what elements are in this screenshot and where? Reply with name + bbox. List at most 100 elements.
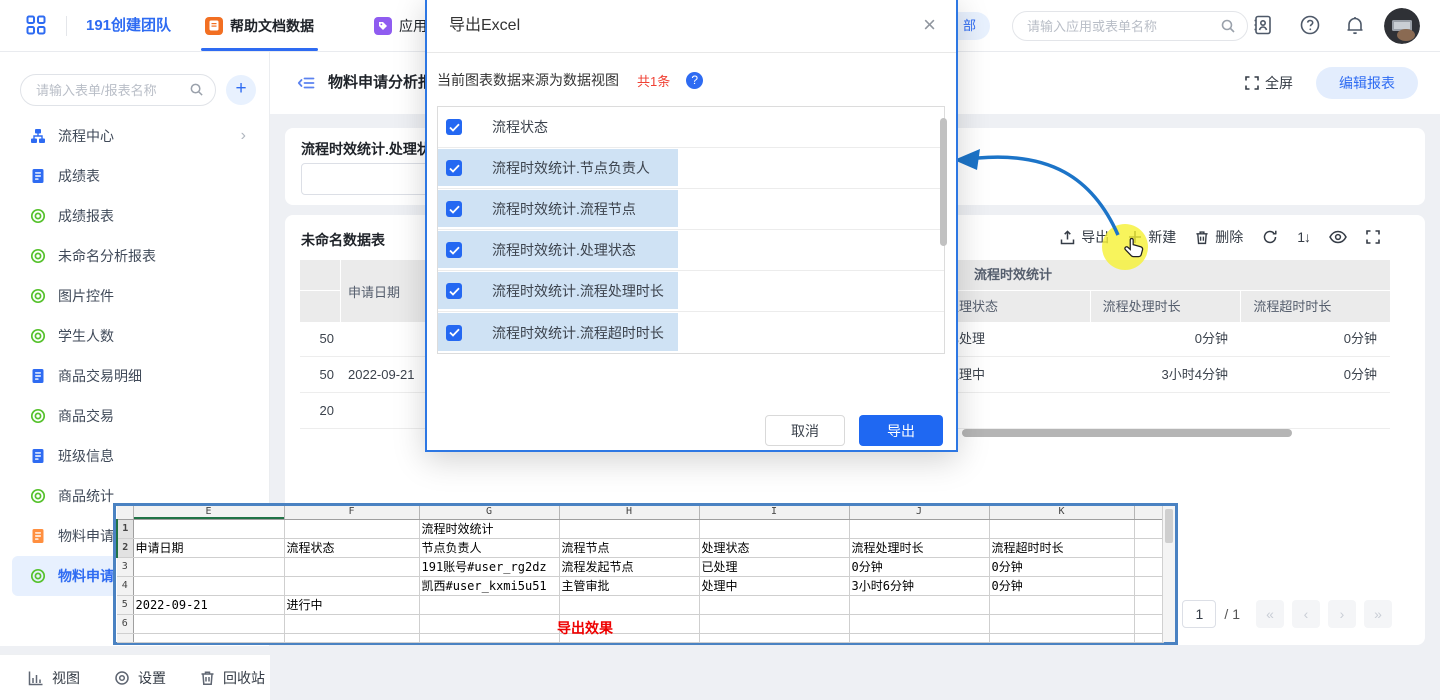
- sort-icon[interactable]: 1↓: [1297, 229, 1310, 245]
- create-button[interactable]: 新建: [1128, 227, 1176, 247]
- excel-row-number: 6: [117, 614, 133, 633]
- export-field-row[interactable]: 流程时效统计.处理状态: [438, 230, 944, 271]
- table-row[interactable]: [934, 394, 1390, 429]
- sidebar-item-3[interactable]: 成绩报表: [12, 196, 258, 236]
- sidebar-item-5[interactable]: 图片控件: [12, 276, 258, 316]
- trash-icon: [200, 670, 215, 686]
- sidebar-item-label: 图片控件: [58, 286, 114, 306]
- first-page-button[interactable]: «: [1256, 600, 1284, 628]
- last-page-button[interactable]: »: [1364, 600, 1392, 628]
- excel-cell: 流程处理时长: [849, 538, 989, 557]
- sidebar-item-4[interactable]: 未命名分析报表: [12, 236, 258, 276]
- close-icon[interactable]: ×: [923, 14, 936, 36]
- export-field-row[interactable]: 流程状态: [438, 107, 944, 148]
- export-button[interactable]: 导出: [1060, 227, 1109, 247]
- sidebar-item-label: 成绩表: [58, 166, 100, 186]
- checkbox-checked-icon[interactable]: [446, 325, 462, 341]
- visibility-icon[interactable]: [1329, 230, 1347, 244]
- user-avatar[interactable]: [1384, 8, 1420, 44]
- table-row[interactable]: 已处理0分钟0分钟: [934, 322, 1390, 357]
- settings-button[interactable]: 设置: [114, 668, 166, 688]
- refresh-icon[interactable]: [1262, 229, 1278, 245]
- checkbox-checked-icon[interactable]: [446, 119, 462, 135]
- excel-cell: [284, 633, 419, 642]
- export-field-row[interactable]: 流程时效统计.流程节点: [438, 189, 944, 230]
- divider: [66, 16, 67, 36]
- checkbox-checked-icon[interactable]: [446, 242, 462, 258]
- prev-page-button[interactable]: ‹: [1292, 600, 1320, 628]
- sidebar-item-9[interactable]: 班级信息: [12, 436, 258, 476]
- excel-cell: [699, 519, 849, 538]
- checkbox-checked-icon[interactable]: [446, 283, 462, 299]
- trash-icon: [1195, 230, 1209, 245]
- field-label: 流程时效统计.处理状态: [492, 240, 636, 260]
- excel-cell: 申请日期: [133, 538, 284, 557]
- export-field-row[interactable]: 流程时效统计.流程超时时长: [438, 312, 944, 353]
- delete-button[interactable]: 删除: [1195, 227, 1243, 247]
- modal-list-scrollbar[interactable]: [940, 118, 947, 246]
- page-total: / 1: [1224, 606, 1240, 622]
- excel-cell: [699, 614, 849, 633]
- export-field-row[interactable]: 流程时效统计.节点负责人: [438, 148, 944, 189]
- horizontal-scrollbar[interactable]: [962, 429, 1292, 437]
- field-checkbox-list: 流程状态流程时效统计.节点负责人流程时效统计.流程节点流程时效统计.处理状态流程…: [437, 106, 945, 354]
- global-search-input[interactable]: [1027, 13, 1212, 39]
- views-button[interactable]: 视图: [28, 668, 80, 688]
- checkbox-checked-icon[interactable]: [446, 160, 462, 176]
- modal-header: 导出Excel ×: [427, 0, 956, 53]
- tab-app[interactable]: 应用: [374, 0, 427, 51]
- excel-column-letter: F: [284, 506, 419, 519]
- tab-help-doc-data[interactable]: 帮助文档数据: [205, 0, 314, 51]
- help-circle-icon[interactable]: ?: [686, 72, 703, 89]
- collapse-sidebar-icon[interactable]: [296, 73, 316, 98]
- expand-icon[interactable]: [1366, 230, 1380, 244]
- search-icon[interactable]: [189, 82, 204, 102]
- sidebar-item-8[interactable]: 商品交易: [12, 396, 258, 436]
- sidebar-item-2[interactable]: 成绩表: [12, 156, 258, 196]
- report-icon: [30, 288, 46, 304]
- excel-scrollbar-thumb[interactable]: [1165, 509, 1173, 543]
- table-row[interactable]: 处理中3小时4分钟0分钟: [934, 358, 1390, 393]
- field-label: 流程时效统计.流程节点: [492, 199, 636, 219]
- sidebar-item-6[interactable]: 学生人数: [12, 316, 258, 356]
- export-result-annotation: 导出效果: [485, 618, 685, 638]
- fullscreen-button[interactable]: 全屏: [1245, 52, 1293, 114]
- recycle-bin-button[interactable]: 回收站: [200, 668, 265, 688]
- notification-bell-icon[interactable]: [1344, 14, 1366, 41]
- form-search-input[interactable]: [36, 77, 186, 103]
- app-launcher-icon[interactable]: [26, 15, 46, 40]
- team-name[interactable]: 191创建团队: [86, 0, 171, 51]
- excel-cell: [133, 614, 284, 633]
- help-icon[interactable]: [1299, 14, 1321, 41]
- export-confirm-button[interactable]: 导出: [859, 415, 943, 446]
- excel-cell: [699, 595, 849, 614]
- gear-icon: [114, 670, 130, 686]
- export-field-row[interactable]: 流程时效统计.流程处理时长: [438, 271, 944, 312]
- sidebar-footer: 视图 设置 回收站: [0, 654, 270, 700]
- add-form-button[interactable]: +: [226, 75, 256, 105]
- data-source-row: 当前图表数据来源为数据视图 共1条 ?: [437, 70, 703, 90]
- excel-cell: [989, 633, 1134, 642]
- sidebar-item-1[interactable]: 流程中心›: [12, 116, 258, 156]
- sidebar-item-7[interactable]: 商品交易明细: [12, 356, 258, 396]
- duration-cell: 0分钟: [1090, 322, 1240, 356]
- cancel-button[interactable]: 取消: [765, 415, 845, 446]
- contacts-icon[interactable]: [1252, 14, 1274, 41]
- excel-cell: [133, 633, 284, 642]
- page-input[interactable]: 1: [1182, 600, 1216, 628]
- excel-cell: [849, 519, 989, 538]
- search-icon[interactable]: [1220, 18, 1236, 39]
- edit-report-button[interactable]: 编辑报表: [1316, 67, 1418, 99]
- excel-cell: [699, 633, 849, 642]
- sidebar-item-label: 商品交易: [58, 406, 114, 426]
- record-count-badge: 共1条: [637, 71, 670, 90]
- report-icon: [30, 248, 46, 264]
- next-page-button[interactable]: ›: [1328, 600, 1356, 628]
- column-header: 流程超时时长: [1241, 291, 1390, 322]
- checkbox-checked-icon[interactable]: [446, 201, 462, 217]
- sidebar-item-label: 学生人数: [58, 326, 114, 346]
- doc-app-icon: [205, 17, 223, 35]
- excel-cell: [1134, 538, 1163, 557]
- excel-row-number: 4: [117, 576, 133, 595]
- excel-row-number: 3: [117, 557, 133, 576]
